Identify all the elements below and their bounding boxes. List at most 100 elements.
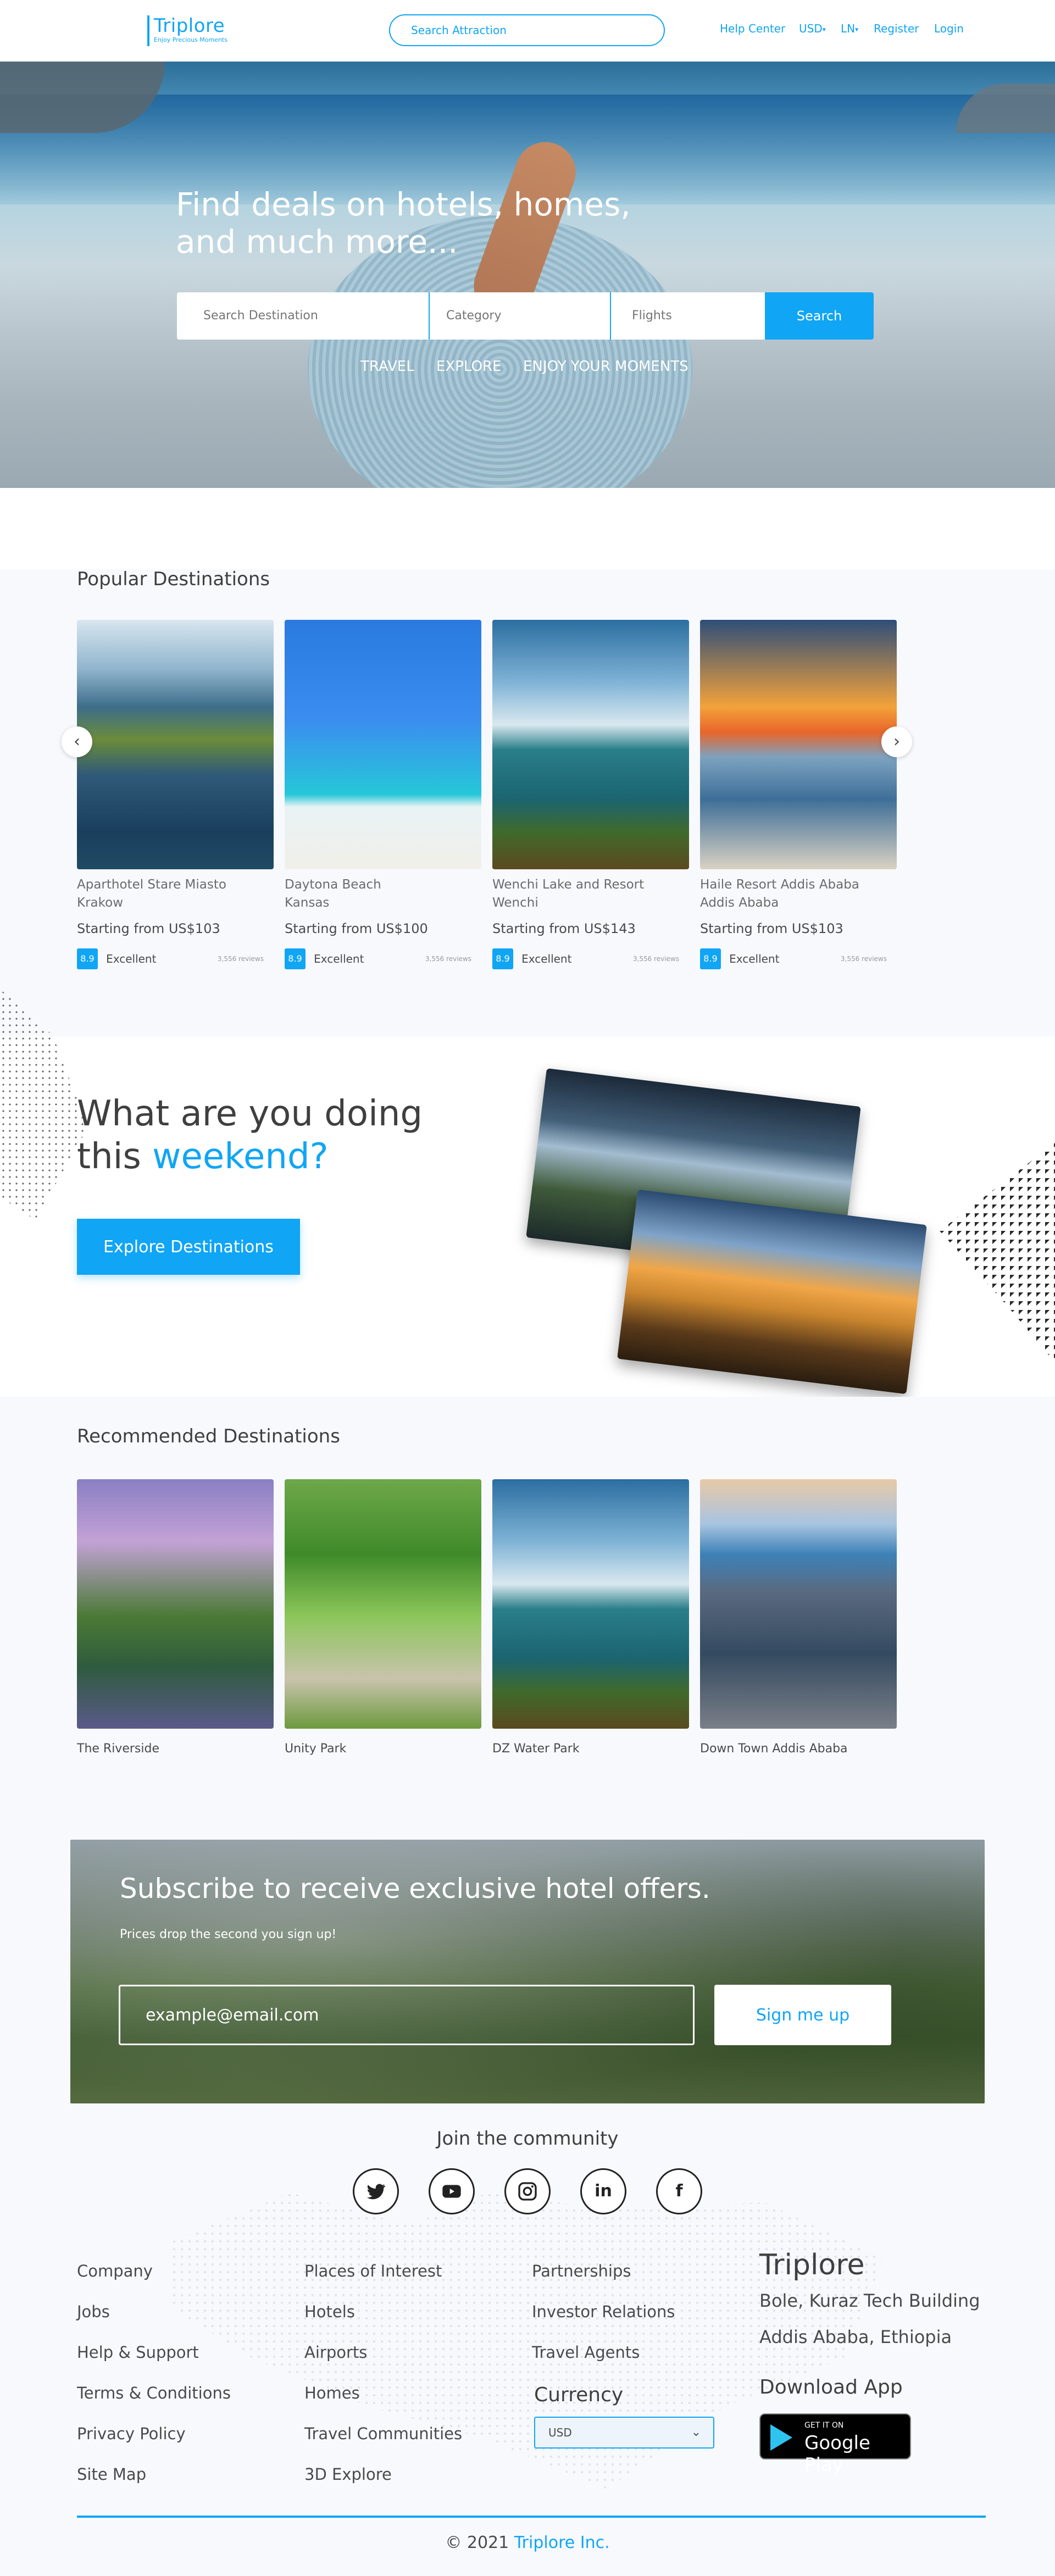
language-dropdown[interactable]: LN▾ <box>841 22 858 35</box>
youtube-icon[interactable] <box>429 2168 475 2214</box>
currency-dropdown[interactable]: USD▾ <box>799 22 826 35</box>
join-community-title: Join the community <box>436 2128 619 2150</box>
rating-score: 8.9 <box>77 948 98 969</box>
caret-down-icon: ▾ <box>855 25 859 34</box>
logo[interactable]: Triplore Enjoy Precious Moments <box>147 15 227 46</box>
linkedin-icon[interactable]: in <box>580 2168 626 2214</box>
footer-link[interactable]: Partnerships <box>532 2251 675 2291</box>
footer-column-places: Places of Interest Hotels Airports Homes… <box>304 2251 462 2495</box>
rating-row: 8.9 Excellent 3,556 reviews <box>285 948 482 970</box>
footer-link[interactable]: Privacy Policy <box>77 2413 231 2454</box>
footer-link[interactable]: Places of Interest <box>304 2251 462 2291</box>
address-line1: Bole, Kuraz Tech Building <box>759 2290 980 2311</box>
weekend-heading-line2: this weekend? <box>77 1135 423 1178</box>
destination-location: Kansas <box>285 896 330 910</box>
recommended-name: Unity Park <box>285 1742 347 1756</box>
review-count: 3,556 reviews <box>425 955 471 963</box>
rating-row: 8.9 Excellent 3,556 reviews <box>700 948 898 970</box>
recommended-image <box>700 1479 897 1729</box>
footer-divider <box>77 2516 986 2518</box>
footer-column-company: Company Jobs Help & Support Terms & Cond… <box>77 2251 231 2495</box>
destination-card[interactable]: Aparthotel Stare Miasto Krakow Starting … <box>77 620 275 970</box>
hero-search-bar: Search <box>177 292 874 340</box>
footer-link[interactable]: Travel Communities <box>304 2413 462 2454</box>
destination-card[interactable]: Daytona Beach Kansas Starting from US$10… <box>285 620 482 970</box>
recommended-image <box>285 1479 481 1729</box>
hero-link-travel[interactable]: TRAVEL <box>360 358 414 375</box>
rating-score: 8.9 <box>700 948 721 969</box>
register-link[interactable]: Register <box>874 22 919 35</box>
chevron-right-icon: › <box>893 732 900 751</box>
review-count: 3,556 reviews <box>840 955 887 963</box>
footer-link[interactable]: Airports <box>304 2332 462 2373</box>
footer-link[interactable]: 3D Explore <box>304 2454 462 2495</box>
footer-link[interactable]: Help & Support <box>77 2332 231 2373</box>
recommended-card[interactable]: Unity Park <box>285 1479 482 1756</box>
weekend-heading-plain: this <box>77 1136 153 1177</box>
footer-column-partners: Partnerships Investor Relations Travel A… <box>532 2251 675 2373</box>
carousel-next-button[interactable]: › <box>881 726 912 757</box>
footer-link[interactable]: Hotels <box>304 2291 462 2332</box>
destination-image <box>77 620 274 869</box>
lake-tree-photo <box>617 1189 927 1395</box>
facebook-icon[interactable]: f <box>656 2168 702 2214</box>
footer-link[interactable]: Jobs <box>77 2291 231 2332</box>
chevron-left-icon: ‹ <box>74 732 80 751</box>
address-line2: Addis Ababa, Ethiopia <box>759 2327 952 2347</box>
footer-link[interactable]: Terms & Conditions <box>77 2373 231 2413</box>
rating-label: Excellent <box>729 952 780 965</box>
hero-link-enjoy[interactable]: ENJOY YOUR MOMENTS <box>523 358 688 375</box>
footer-link[interactable]: Investor Relations <box>532 2291 675 2332</box>
copyright-brand-link[interactable]: Triplore Inc. <box>514 2533 610 2552</box>
login-link[interactable]: Login <box>934 22 964 35</box>
language-label: LN <box>841 22 856 35</box>
google-play-badge[interactable]: GET IT ON Google Play <box>759 2413 911 2476</box>
logo-tagline: Enjoy Precious Moments <box>154 36 227 43</box>
rating-label: Excellent <box>521 952 572 965</box>
instagram-icon[interactable] <box>504 2168 551 2214</box>
help-center-link[interactable]: Help Center <box>720 22 785 35</box>
rating-row: 8.9 Excellent 3,556 reviews <box>77 948 275 970</box>
category-input[interactable] <box>429 292 610 340</box>
recommended-name: DZ Water Park <box>492 1742 580 1756</box>
rating-score: 8.9 <box>492 948 513 969</box>
destination-card[interactable]: Wenchi Lake and Resort Wenchi Starting f… <box>492 620 690 970</box>
sign-up-button[interactable]: Sign me up <box>714 1985 891 2045</box>
facebook-icon-glyph: f <box>675 2181 683 2201</box>
recommended-card[interactable]: The Riverside <box>77 1479 275 1756</box>
recommended-image <box>492 1479 689 1729</box>
rating-label: Excellent <box>314 952 364 965</box>
review-count: 3,556 reviews <box>217 955 264 963</box>
search-attraction-input[interactable] <box>389 14 665 46</box>
flights-input[interactable] <box>610 292 767 340</box>
explore-destinations-button[interactable]: Explore Destinations <box>77 1219 300 1275</box>
twitter-icon[interactable] <box>353 2168 399 2214</box>
currency-label: USD <box>799 22 823 35</box>
store-big-text: Google Play <box>804 2432 870 2476</box>
footer-link[interactable]: Travel Agents <box>532 2332 675 2373</box>
recommended-card[interactable]: Down Town Addis Ababa <box>700 1479 898 1756</box>
email-field[interactable] <box>119 1985 695 2045</box>
footer-link[interactable]: Site Map <box>77 2454 231 2495</box>
hero-link-explore[interactable]: EXPLORE <box>436 358 501 375</box>
footer-brand: Triplore <box>759 2249 865 2281</box>
carousel-prev-button[interactable]: ‹ <box>62 726 92 757</box>
recommended-name: The Riverside <box>77 1742 159 1756</box>
hero-title-line1: Find deals on hotels, homes, <box>176 186 631 223</box>
recommended-card[interactable]: DZ Water Park <box>492 1479 690 1756</box>
linkedin-icon-glyph: in <box>595 2181 612 2201</box>
destination-price: Starting from US$103 <box>77 921 220 936</box>
hero-rock-right <box>956 84 1055 133</box>
twitter-icon-glyph <box>367 2184 386 2200</box>
currency-select[interactable]: USD ⌄ <box>534 2417 714 2449</box>
recommended-name: Down Town Addis Ababa <box>700 1742 848 1756</box>
destination-location: Wenchi <box>492 896 538 910</box>
youtube-icon-glyph <box>442 2185 461 2198</box>
hero-search-button[interactable]: Search <box>765 292 874 340</box>
destination-input[interactable] <box>177 292 429 340</box>
destination-name: Aparthotel Stare Miasto <box>77 878 226 892</box>
destination-price: Starting from US$103 <box>700 921 843 936</box>
footer-link[interactable]: Homes <box>304 2373 462 2413</box>
destination-card[interactable]: Haile Resort Addis Ababa Addis Ababa Sta… <box>700 620 898 970</box>
footer-link[interactable]: Company <box>77 2251 231 2291</box>
